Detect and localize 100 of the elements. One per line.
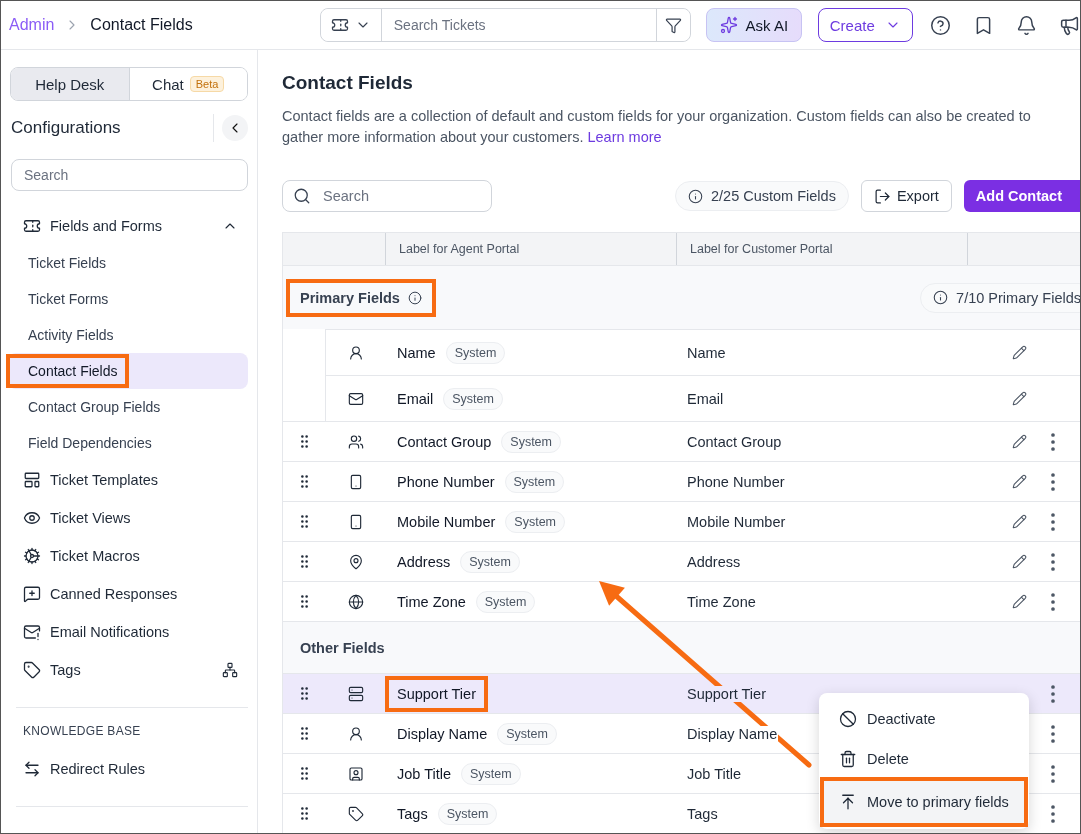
pencil-icon xyxy=(1012,554,1027,569)
edit-button[interactable] xyxy=(1012,554,1027,569)
more-button[interactable] xyxy=(1051,552,1055,571)
filter-icon xyxy=(665,16,683,34)
customer-portal-label: Email xyxy=(686,390,725,407)
user-icon xyxy=(347,344,364,361)
sidebar-item[interactable]: Fields and Forms xyxy=(8,207,248,245)
ticket-search-bar[interactable]: Search Tickets xyxy=(319,8,692,42)
sidebar-subitem[interactable]: Field Dependencies xyxy=(8,425,248,461)
pencil-icon xyxy=(1012,514,1027,529)
more-button[interactable] xyxy=(1051,592,1055,611)
more-icon xyxy=(1051,512,1055,531)
sidebar-item[interactable]: Ticket Views xyxy=(8,499,248,537)
field-name: Support Tier xyxy=(385,675,488,712)
edit-button[interactable] xyxy=(1012,434,1027,449)
field-name: Email xyxy=(397,390,434,407)
breadcrumb-link[interactable]: Admin xyxy=(9,16,55,34)
product-tab[interactable]: Chat Beta xyxy=(128,68,247,100)
pencil-icon xyxy=(1012,474,1027,489)
sidebar-item[interactable]: Ticket Templates xyxy=(8,461,248,499)
breadcrumb-current: Contact Fields xyxy=(90,16,193,34)
sidebar-item[interactable]: Email Notifications xyxy=(8,613,248,651)
id-card-icon xyxy=(347,765,364,782)
customer-portal-label: Time Zone xyxy=(686,593,757,610)
more-button[interactable] xyxy=(1051,512,1055,531)
edit-button[interactable] xyxy=(1012,345,1027,360)
sidebar-subitem[interactable]: Contact Fields xyxy=(8,353,248,389)
edit-button[interactable] xyxy=(1012,474,1027,489)
pencil-icon xyxy=(1012,434,1027,449)
menu-item[interactable]: Move to primary fields xyxy=(822,779,1026,825)
bell-icon[interactable] xyxy=(1016,14,1037,36)
customer-portal-label: Display Name xyxy=(686,725,779,742)
customer-portal-label: Address xyxy=(686,553,742,570)
more-icon xyxy=(1051,724,1055,743)
user-icon xyxy=(347,725,364,742)
ticket-icon xyxy=(23,217,41,235)
tag-icon xyxy=(347,805,364,822)
megaphone-icon[interactable] xyxy=(1059,14,1080,36)
create-button[interactable]: Create xyxy=(817,8,913,42)
subitem-label: Ticket Fields xyxy=(27,254,108,273)
info-icon xyxy=(933,290,949,305)
sidebar-item-label: Ticket Macros xyxy=(50,548,141,564)
system-tag: System xyxy=(460,550,520,573)
field-name: Mobile Number xyxy=(397,513,496,530)
nodes-icon xyxy=(222,662,238,678)
sidebar-subitem[interactable]: Contact Group Fields xyxy=(8,389,248,425)
subitem-label: Activity Fields xyxy=(27,326,115,345)
sidebar-item-label: Ticket Templates xyxy=(50,472,159,488)
sidebar-item-label: Redirect Rules xyxy=(50,761,147,777)
sidebar-search-field[interactable]: Search xyxy=(11,159,248,191)
sidebar-item[interactable]: Tags xyxy=(8,651,248,689)
sidebar-subitem[interactable]: Activity Fields xyxy=(8,317,248,353)
users-icon xyxy=(347,433,364,450)
ticket-icon xyxy=(330,16,349,34)
system-tag: System xyxy=(504,470,565,493)
sidebar-subitem[interactable]: Ticket Forms xyxy=(8,281,248,317)
ticket-type-dropdown[interactable] xyxy=(320,9,382,41)
sidebar-item[interactable]: Redirect Rules xyxy=(8,750,248,788)
field-name: Tags xyxy=(397,805,428,822)
sidebar-item[interactable]: Ticket Macros xyxy=(8,537,248,575)
add-contact-button[interactable]: Add Contact xyxy=(963,180,1080,212)
field-name: Contact Group xyxy=(397,433,492,450)
more-button[interactable] xyxy=(1051,472,1055,491)
export-button[interactable]: Export xyxy=(860,180,952,212)
sidebar-subitem[interactable]: Ticket Fields xyxy=(8,245,248,281)
edit-button[interactable] xyxy=(1012,594,1027,609)
system-tag: System xyxy=(505,510,565,533)
sidebar-item[interactable]: Canned Responses xyxy=(8,575,248,613)
ban-icon xyxy=(839,710,857,728)
eye-icon xyxy=(23,509,41,527)
field-name: Time Zone xyxy=(397,593,466,610)
beta-badge: Beta xyxy=(189,76,225,92)
fields-search-field[interactable]: Search xyxy=(282,180,492,212)
sidebar-item-label: Ticket Views xyxy=(50,510,132,526)
tab-label: Help Desk xyxy=(35,75,105,93)
more-button[interactable] xyxy=(1051,724,1055,743)
sidebar-item-label: Tags xyxy=(50,662,82,678)
more-icon xyxy=(1051,592,1055,611)
collapse-sidebar-button[interactable] xyxy=(222,115,248,141)
field-name: Name xyxy=(397,344,436,361)
more-icon xyxy=(1051,472,1055,491)
sidebar-item-label: Email Notifications xyxy=(50,624,171,640)
more-button[interactable] xyxy=(1051,764,1055,783)
product-tab[interactable]: Help Desk xyxy=(11,68,129,100)
gear-icon xyxy=(23,547,41,565)
pencil-icon xyxy=(1012,594,1027,609)
more-button[interactable] xyxy=(1051,804,1055,823)
filter-button[interactable] xyxy=(656,9,691,41)
customer-portal-label: Job Title xyxy=(686,765,742,782)
sidebar-title: Configurations xyxy=(11,118,122,138)
edit-button[interactable] xyxy=(1012,391,1027,406)
sidebar-section-heading: KNOWLEDGE BASE xyxy=(22,723,142,740)
more-button[interactable] xyxy=(1051,684,1055,703)
more-icon xyxy=(1051,804,1055,823)
more-button[interactable] xyxy=(1051,432,1055,451)
learn-more-link[interactable]: Learn more xyxy=(587,129,662,145)
globe-icon xyxy=(347,593,364,610)
ask-ai-button[interactable]: Ask AI xyxy=(706,8,802,42)
edit-button[interactable] xyxy=(1012,514,1027,529)
help-icon[interactable] xyxy=(930,14,951,36)
